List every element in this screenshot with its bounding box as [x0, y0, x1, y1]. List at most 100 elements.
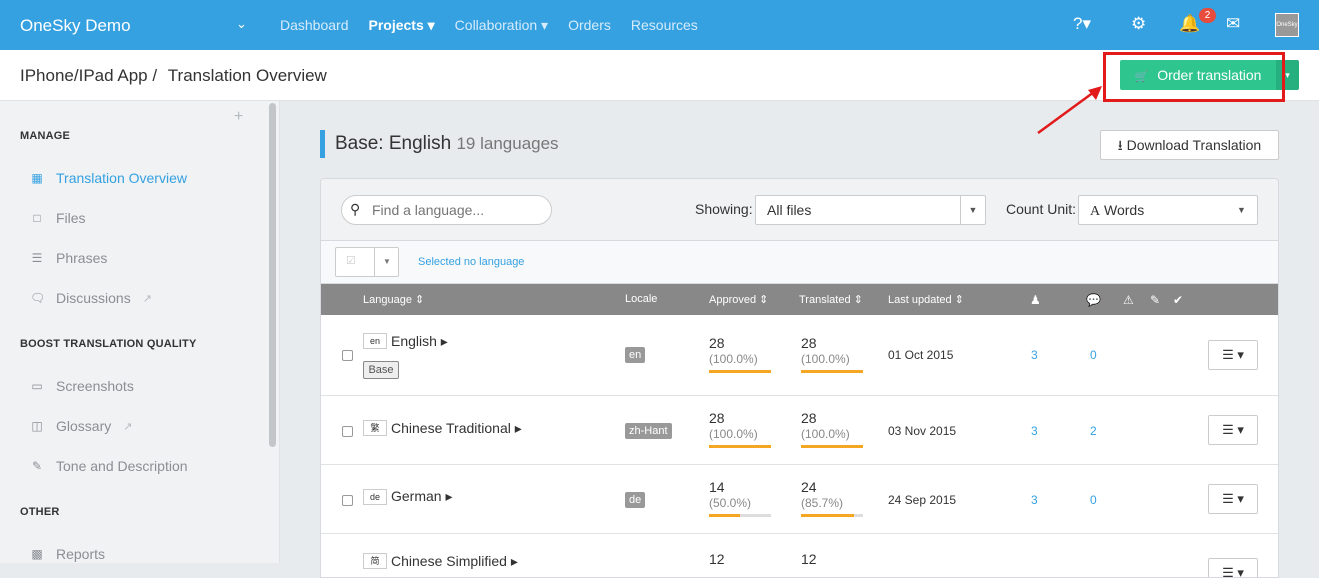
approved-count: 28	[709, 410, 725, 426]
approved-percent: (50.0%)	[709, 496, 752, 510]
nav-orders[interactable]: Orders	[568, 17, 611, 34]
pencil-icon: ✎	[1150, 293, 1161, 307]
count-unit-label: Count Unit:	[1006, 201, 1077, 217]
sidebar-section-other: OTHER	[20, 506, 60, 518]
approved-progress	[709, 445, 771, 448]
table-row: 简 Chinese Simplified ▸ 12 12 ☰ ▾	[321, 534, 1278, 577]
sidebar-item-reports[interactable]: ▩ Reports	[30, 546, 105, 562]
locale-badge: en	[625, 347, 646, 363]
sidebar-section-quality: BOOST TRANSLATION QUALITY	[20, 338, 197, 350]
language-name[interactable]: Chinese Traditional ▸	[391, 420, 522, 437]
selection-status: Selected no language	[418, 256, 525, 268]
gear-icon[interactable]: ⚙	[1131, 14, 1146, 34]
mail-icon[interactable]: ✉	[1226, 14, 1240, 34]
row-checkbox[interactable]	[342, 350, 353, 361]
table-row: de German ▸ de 14 (50.0%) 24 (85.7%) 24 …	[321, 465, 1278, 534]
sidebar-item-screenshots[interactable]: ▭ Screenshots	[30, 378, 134, 394]
breadcrumb-project[interactable]: IPhone/IPad App /	[20, 66, 157, 85]
brand-name[interactable]: OneSky Demo	[20, 16, 131, 36]
sidebar-item-glossary[interactable]: ◫ Glossary ↗	[30, 418, 132, 434]
translate-icon: ▦	[31, 171, 43, 185]
row-menu-button[interactable]: ☰ ▾	[1208, 484, 1258, 514]
users-count[interactable]: 3	[1031, 493, 1038, 507]
language-name[interactable]: German ▸	[391, 488, 453, 505]
nav-dashboard[interactable]: Dashboard	[280, 17, 349, 34]
highlight-box	[1103, 52, 1285, 102]
translated-count: 24	[801, 479, 817, 495]
download-translation-button[interactable]: ⭳ Download Translation	[1100, 130, 1279, 160]
bulk-select-button[interactable]: ☑ ▼	[335, 247, 399, 277]
help-icon[interactable]: ?▾	[1073, 14, 1091, 34]
table-row: 繁 Chinese Traditional ▸ zh-Hant 28 (100.…	[321, 396, 1278, 465]
sidebar-scrollbar[interactable]	[269, 103, 276, 447]
user-icon: ♟	[1030, 293, 1041, 307]
checkbox-icon: ☑	[346, 255, 356, 267]
book-icon: ◫	[31, 419, 43, 433]
language-name[interactable]: Chinese Simplified ▸	[391, 553, 518, 570]
header-approved[interactable]: Approved ⇕	[709, 293, 768, 306]
sidebar-item-label: Glossary	[56, 418, 112, 434]
breadcrumb: IPhone/IPad App / Translation Overview	[20, 66, 327, 86]
download-icon: ⭳	[1117, 137, 1123, 153]
external-link-icon: ↗	[142, 292, 152, 305]
languages-card: ⚲ Showing: All files ▼ Count Unit: A Wor…	[320, 178, 1279, 578]
locale-badge: zh-Hant	[625, 423, 672, 439]
bar-chart-icon: ▩	[31, 547, 43, 561]
row-checkbox[interactable]	[342, 495, 353, 506]
search-input[interactable]	[372, 201, 542, 219]
row-menu-button[interactable]: ☰ ▾	[1208, 340, 1258, 370]
chevron-down-icon[interactable]: ⌄	[236, 16, 247, 32]
approved-progress	[709, 514, 771, 517]
translated-count: 28	[801, 335, 817, 351]
translated-count: 28	[801, 410, 817, 426]
pencil-icon: ✎	[31, 459, 43, 473]
base-language-title: Base: English	[335, 133, 452, 154]
search-icon: ⚲	[350, 201, 361, 217]
file-filter-value: All files	[767, 202, 812, 218]
flag-icon: en	[363, 333, 387, 349]
row-checkbox[interactable]	[342, 426, 353, 437]
row-menu-button[interactable]: ☰ ▾	[1208, 415, 1258, 445]
annotation-arrow	[1037, 86, 1102, 135]
approved-count: 12	[709, 551, 725, 567]
sidebar-item-phrases[interactable]: ☰ Phrases	[30, 250, 108, 266]
sidebar-item-discussions[interactable]: 🗨 Discussions ↗	[30, 290, 152, 306]
sidebar-item-translation-overview[interactable]: ▦ Translation Overview	[30, 170, 187, 186]
comment-icon: 💬	[1086, 293, 1101, 307]
header-language[interactable]: Language ⇕	[363, 293, 424, 306]
monitor-icon: ▭	[31, 379, 43, 393]
file-icon: □	[33, 211, 41, 225]
base-tag: Base	[363, 361, 399, 379]
sidebar-item-tone[interactable]: ✎ Tone and Description	[30, 458, 188, 474]
table-row: en English ▸ Base en 28 (100.0%) 28 (100…	[321, 315, 1278, 396]
comments-count[interactable]: 2	[1090, 424, 1097, 438]
header-translated[interactable]: Translated ⇕	[799, 293, 863, 306]
add-file-icon[interactable]: +	[234, 108, 243, 126]
chat-icon: 🗨	[30, 291, 46, 305]
top-navbar: OneSky Demo ⌄ Dashboard Projects ▾ Colla…	[0, 0, 1319, 50]
nav-collaboration[interactable]: Collaboration ▾	[455, 17, 548, 34]
language-name[interactable]: English ▸	[391, 333, 448, 350]
bell-icon[interactable]: 🔔	[1179, 14, 1200, 34]
caret-down-icon[interactable]: ▼	[374, 248, 399, 276]
check-icon: ✔	[1173, 293, 1184, 307]
row-menu-button[interactable]: ☰ ▾	[1208, 558, 1258, 577]
count-unit-select[interactable]: A Words ▼	[1078, 195, 1258, 225]
list-icon: ☰	[31, 251, 43, 265]
users-count[interactable]: 3	[1031, 424, 1038, 438]
caret-down-icon: ▼	[960, 196, 985, 224]
last-updated: 24 Sep 2015	[888, 493, 957, 507]
comments-count[interactable]: 0	[1090, 493, 1097, 507]
comments-count[interactable]: 0	[1090, 348, 1097, 362]
nav-resources[interactable]: Resources	[631, 17, 698, 34]
table-header: Language ⇕ Locale Approved ⇕ Translated …	[321, 284, 1278, 315]
translated-percent: (100.0%)	[801, 427, 850, 441]
sidebar-item-files[interactable]: □ Files	[30, 210, 86, 226]
avatar[interactable]: OneSky	[1275, 13, 1299, 37]
main-nav: Dashboard Projects ▾ Collaboration ▾ Ord…	[280, 17, 698, 34]
file-filter-select[interactable]: All files ▼	[755, 195, 986, 225]
users-count[interactable]: 3	[1031, 348, 1038, 362]
header-last-updated[interactable]: Last updated ⇕	[888, 293, 964, 306]
nav-projects[interactable]: Projects ▾	[369, 17, 435, 34]
sidebar-item-label: Files	[56, 210, 86, 226]
